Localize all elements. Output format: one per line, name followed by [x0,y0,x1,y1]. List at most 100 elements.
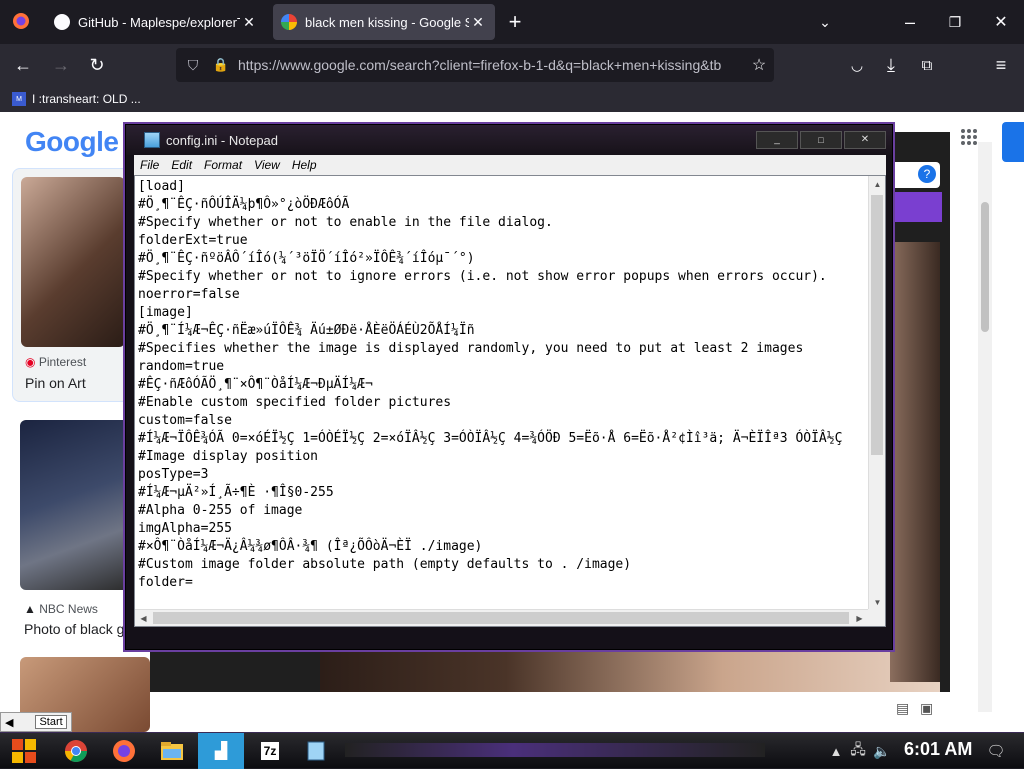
start-tooltip-text: Start [35,715,67,729]
reload-icon[interactable]: ↻ [82,50,112,80]
firefox-menu-icon[interactable] [6,6,36,36]
close-window-icon[interactable]: ✕ [986,7,1016,37]
sign-in-button[interactable] [1002,122,1024,162]
menu-help[interactable]: Help [292,158,317,172]
result-title[interactable]: Photo of black g [24,621,124,637]
text-line[interactable]: #Í¼Æ¬µÄ²»Í¸Ã÷¶È ·¶Î§0-255 [138,484,863,502]
notepad-window[interactable]: config.ini - Notepad _ □ ✕ File Edit For… [125,124,893,650]
text-line[interactable]: #Custom image folder absolute path (empt… [138,556,863,574]
notepad-text-area[interactable]: [load] #Ö¸¶¨ÊÇ·ñÔÚÎÄ¼þ¶Ô»°¿òÖÐÆôÓÃ #Specif… [134,175,886,627]
image-result-card[interactable]: ◉ Pinterest Pin on Art [12,168,132,402]
text-line[interactable]: #Enable custom specified folder pictures [138,394,863,412]
text-line[interactable]: custom=false [138,412,863,430]
menu-edit[interactable]: Edit [171,158,192,172]
file-explorer-icon[interactable] [156,736,188,766]
result-thumbnail[interactable] [20,420,130,590]
browser-tab-bar: GitHub - Maplespe/explorerT ✕ black men … [0,0,1024,44]
text-line[interactable]: #Í¼Æ¬ÏÔÊ¾ÓÃ 0=×óÉÏ½Ç 1=ÓÒÉÏ½Ç 2=×óÏÂ½Ç 3… [138,430,863,448]
grid-view-icon[interactable]: ▤ [896,700,909,717]
taskbar-decoration [345,743,765,757]
file-content[interactable]: [load] #Ö¸¶¨ÊÇ·ñÔÚÎÄ¼þ¶Ô»°¿òÖÐÆôÓÃ #Specif… [138,178,863,626]
volume-icon[interactable]: 🔈 [866,736,898,766]
help-icon[interactable]: ? [918,165,936,183]
text-line[interactable]: folder= [138,574,863,592]
7zip-icon[interactable]: 7z [254,736,286,766]
restore-icon[interactable]: ❐ [940,7,970,37]
text-line[interactable]: random=true [138,358,863,376]
preview-image[interactable] [890,242,940,682]
text-line[interactable]: #Specify whether or not to enable in the… [138,214,863,232]
close-tab-icon[interactable]: ✕ [240,14,258,31]
text-line[interactable]: [image] [138,304,863,322]
text-line[interactable]: #Image display position [138,448,863,466]
clock[interactable]: 6:01 AM [904,739,972,760]
bookmark-star-icon[interactable]: ☆ [744,55,774,75]
tab-google-search[interactable]: black men kissing - Google Se ✕ [273,4,495,40]
notepad-taskbar-icon[interactable] [300,736,332,766]
bookmark-item[interactable]: I :transheart: OLD ... [32,92,141,106]
start-button[interactable] [8,736,40,766]
google-logo[interactable]: Google [25,126,119,158]
result-title[interactable]: Pin on Art [25,375,86,391]
pinterest-icon: ◉ [25,355,36,369]
tab-github[interactable]: GitHub - Maplespe/explorerT ✕ [46,4,266,40]
back-icon[interactable]: ← [8,50,38,80]
search-icon[interactable] [890,192,942,222]
left-arrow-icon: ◀ [5,716,14,729]
text-line[interactable]: #Ö¸¶¨Í¼Æ¬ÊÇ·ñËæ»úÏÔÊ¾ Äú±ØÐë·ÅÈëÖÁÉÙ2ÕÅÍ… [138,322,863,340]
text-line[interactable]: #Ö¸¶¨ÊÇ·ñºöÂÔ´íÎó(¼´³öÏÖ´íÎó²»ÏÔÊ¾´íÎóµ¯… [138,250,863,268]
text-line[interactable]: folderExt=true [138,232,863,250]
text-line[interactable]: #Alpha 0-255 of image [138,502,863,520]
result-source: ◉ Pinterest [25,355,87,369]
text-line[interactable]: #Specify whether or not to ignore errors… [138,268,863,286]
forward-icon[interactable]: → [46,50,76,80]
scroll-up-icon[interactable]: ▲ [869,176,885,193]
taskbar-app-active[interactable]: ▟ [198,733,244,769]
scroll-right-icon[interactable]: ▶ [851,610,868,626]
scroll-thumb[interactable] [871,195,883,455]
result-thumbnail[interactable] [21,177,125,347]
github-icon [54,14,70,30]
lock-icon[interactable]: 🔒 [210,57,232,73]
vertical-scrollbar[interactable]: ▲ ▼ [868,176,885,611]
minimize-icon[interactable]: – [895,7,925,37]
url-bar[interactable]: ⛉ 🔒 https://www.google.com/search?client… [176,48,774,82]
text-line[interactable]: #Specifies whether the image is displaye… [138,340,863,358]
horizontal-scrollbar[interactable]: ◀ ▶ [135,609,868,626]
text-line[interactable]: imgAlpha=255 [138,520,863,538]
tab-title: black men kissing - Google Se [305,14,469,30]
tab-title: GitHub - Maplespe/explorerT [78,14,240,30]
text-line[interactable]: #ÊÇ·ñÆôÓÃÖ¸¶¨×Ô¶¨ÒåÍ¼Æ¬ÐµÄÍ¼Æ¬ [138,376,863,394]
minimize-button[interactable]: _ [756,131,798,149]
notifications-icon[interactable]: 🗨 [980,736,1012,766]
page-scrollbar[interactable] [978,142,992,712]
extensions-icon[interactable]: ⧉ [912,50,942,80]
menu-view[interactable]: View [254,158,280,172]
scroll-left-icon[interactable]: ◀ [135,610,152,626]
text-line[interactable]: [load] [138,178,863,196]
shield-icon[interactable]: ⛉ [176,57,210,74]
notepad-title-bar[interactable]: config.ini - Notepad _ □ ✕ [126,125,892,155]
menu-format[interactable]: Format [204,158,242,172]
list-all-tabs-icon[interactable]: ⌄ [810,7,840,37]
text-line[interactable]: noerror=false [138,286,863,304]
menu-file[interactable]: File [140,158,159,172]
scroll-thumb[interactable] [153,612,849,624]
firefox-icon[interactable] [108,736,140,766]
text-line[interactable]: posType=3 [138,466,863,484]
close-button[interactable]: ✕ [844,131,886,149]
url-text[interactable]: https://www.google.com/search?client=fir… [232,57,744,73]
app-menu-icon[interactable]: ≡ [986,50,1016,80]
new-tab-icon[interactable]: + [500,7,530,37]
text-line[interactable] [138,592,863,610]
chrome-icon[interactable] [60,736,92,766]
google-apps-icon[interactable] [960,128,978,146]
text-line[interactable]: #×Ô¶¨ÒåÍ¼Æ¬Ä¿Â¼¾ø¶ÔÂ·¾¶ (Îª¿ÕÔòÄ¬ÈÏ ./im… [138,538,863,556]
nbc-icon: ▲ [24,602,36,616]
downloads-icon[interactable]: ⤓ [876,50,906,80]
maximize-button[interactable]: □ [800,131,842,149]
text-line[interactable]: #Ö¸¶¨ÊÇ·ñÔÚÎÄ¼þ¶Ô»°¿òÖÐÆôÓÃ [138,196,863,214]
pocket-icon[interactable]: ◡ [842,50,872,80]
close-tab-icon[interactable]: ✕ [469,14,487,31]
image-view-icon[interactable]: ▣ [920,700,933,717]
